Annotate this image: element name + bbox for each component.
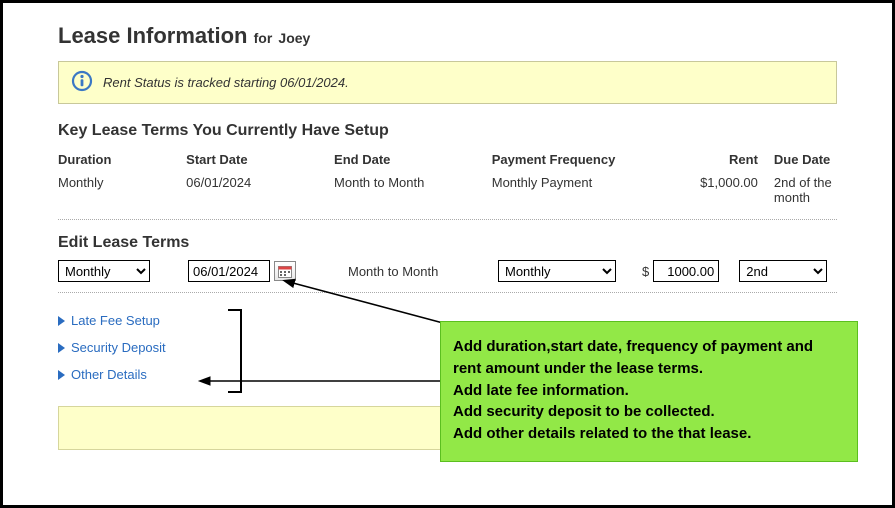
rent-input[interactable]	[653, 260, 719, 282]
info-icon	[71, 70, 93, 95]
separator-2	[58, 292, 837, 293]
col-header-rent: Rent	[679, 148, 758, 171]
col-header-due: Due Date	[758, 148, 837, 171]
title-main: Lease Information	[58, 23, 247, 48]
callout-line-3: Add security deposit to be collected.	[453, 401, 845, 423]
separator	[58, 219, 837, 220]
annotation-callout: Add duration,start date, frequency of pa…	[440, 321, 858, 462]
val-freq: Monthly Payment	[492, 171, 679, 209]
chevron-right-icon	[58, 316, 65, 326]
edit-row: Monthly Month to Month Monthly $ 2nd	[58, 260, 837, 282]
calendar-button[interactable]	[274, 261, 296, 281]
due-date-select[interactable]: 2nd	[739, 260, 827, 282]
callout-line-2: Add late fee information.	[453, 380, 845, 402]
duration-select[interactable]: Monthly	[58, 260, 150, 282]
currency-label: $	[642, 264, 649, 279]
other-label: Other Details	[71, 367, 147, 382]
val-due: 2nd of the month	[758, 171, 837, 209]
info-message: Rent Status is tracked starting 06/01/20…	[103, 75, 349, 90]
bracket-annotation	[228, 309, 242, 393]
key-terms-table: Duration Start Date End Date Payment Fre…	[58, 148, 837, 209]
callout-line-1: Add duration,start date, frequency of pa…	[453, 336, 845, 380]
col-header-end: End Date	[334, 148, 492, 171]
end-date-static: Month to Month	[348, 264, 498, 279]
val-start: 06/01/2024	[186, 171, 334, 209]
callout-line-4: Add other details related to the that le…	[453, 423, 845, 445]
edit-terms-title: Edit Lease Terms	[58, 234, 837, 252]
chevron-right-icon	[58, 343, 65, 353]
key-terms-title: Key Lease Terms You Currently Have Setup	[58, 122, 837, 140]
info-banner: Rent Status is tracked starting 06/01/20…	[58, 61, 837, 104]
page-title: Lease Information for Joey	[58, 23, 837, 49]
val-duration: Monthly	[58, 171, 186, 209]
security-label: Security Deposit	[71, 340, 166, 355]
val-rent: $1,000.00	[679, 171, 758, 209]
title-for: for	[254, 30, 273, 46]
calendar-icon	[278, 265, 292, 278]
col-header-start: Start Date	[186, 148, 334, 171]
chevron-right-icon	[58, 370, 65, 380]
col-header-freq: Payment Frequency	[492, 148, 679, 171]
late-fee-label: Late Fee Setup	[71, 313, 160, 328]
val-end: Month to Month	[334, 171, 492, 209]
start-date-input[interactable]	[188, 260, 270, 282]
frequency-select[interactable]: Monthly	[498, 260, 616, 282]
title-tenant: Joey	[278, 30, 310, 46]
col-header-duration: Duration	[58, 148, 186, 171]
